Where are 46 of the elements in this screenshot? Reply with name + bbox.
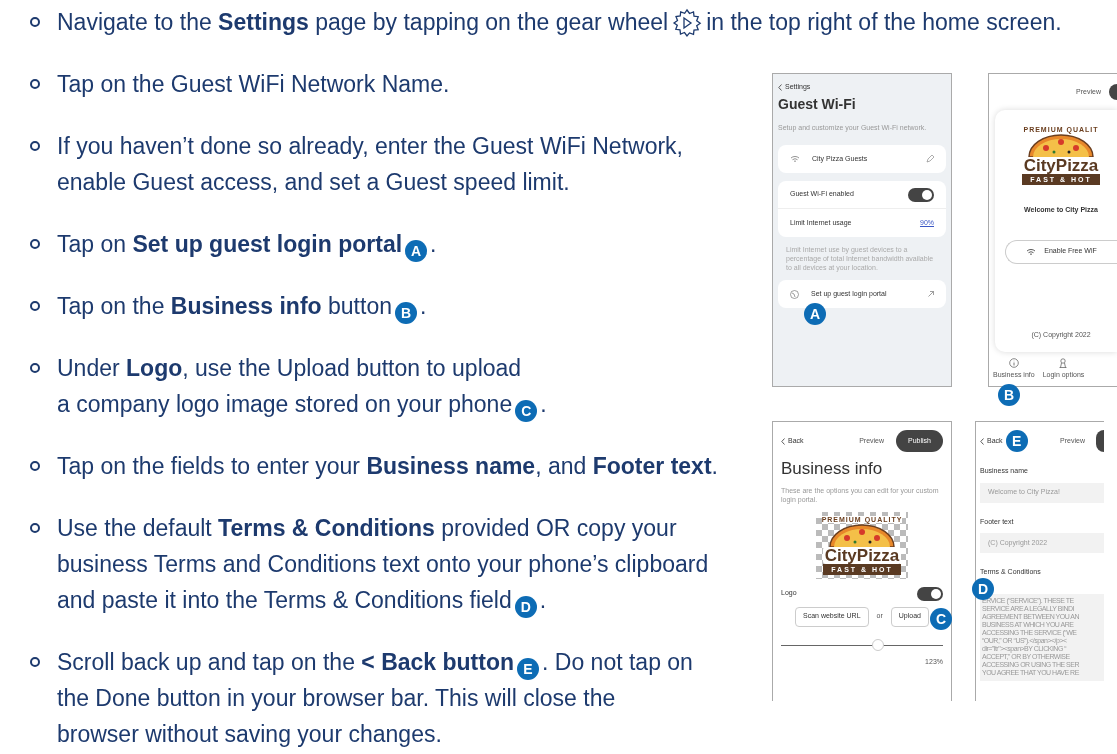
bullet-icon	[30, 523, 40, 533]
step-text: If you haven’t done so already, enter the Guest WiFi Network, enable Guest access, and set a Guest speed limit.	[57, 132, 683, 197]
bullet-icon	[30, 657, 40, 667]
step-text: Tap on the Guest WiFi Network Name.	[57, 70, 450, 99]
publish-button[interactable]	[1109, 84, 1117, 100]
bullet-icon	[30, 239, 40, 249]
publish-button[interactable]	[1096, 430, 1104, 452]
back-chevron-icon	[980, 437, 984, 445]
step-text: Under Logo, use the Upload button to upload a company logo image stored on your phone C .	[57, 350, 547, 422]
globe-icon	[790, 289, 799, 299]
step-text: Tap on the Business info button B .	[57, 288, 427, 324]
back-chevron-icon	[778, 83, 782, 91]
gear-icon	[672, 8, 703, 38]
letter-badge: D	[514, 596, 537, 618]
screen-title: Guest Wi-Fi	[778, 94, 857, 114]
bullet-icon	[30, 79, 40, 89]
screen-title: Business info	[781, 458, 884, 480]
bullet-icon	[30, 301, 40, 311]
letter-badge: C	[515, 400, 538, 422]
step-text: Use the default Terms & Conditions provided OR copy your business Terms and Conditions text onto your phone’s clipboard and paste it into the Terms & Conditions field D .	[57, 510, 709, 618]
person-icon	[1058, 357, 1069, 368]
letter-badge: A	[804, 303, 826, 325]
toggle-switch[interactable]	[917, 586, 943, 601]
letter-badge: B	[998, 384, 1020, 406]
step-text: Tap on the fields to enter your Business name, and Footer text.	[57, 452, 718, 481]
bullet-icon	[30, 461, 40, 471]
arrow-icon	[928, 291, 934, 297]
step-text: Tap on Set up guest login portal A .	[57, 226, 437, 262]
bullet-icon	[30, 17, 40, 27]
letter-badge: C	[930, 607, 952, 630]
step-text: Scroll back up and tap on the < Back button E . Do not tap on the Done button in your browser bar. This will close the browser without saving your changes.	[57, 648, 693, 749]
step-text: Navigate to the Settings page by tapping on the gear wheel in the top right of the home screen.	[57, 4, 1062, 40]
info-icon	[1008, 357, 1019, 368]
bullet-icon	[30, 363, 40, 373]
back-chevron-icon	[781, 437, 785, 445]
letter-badge: B	[394, 302, 417, 324]
letter-badge: E	[1005, 430, 1028, 452]
bullet-icon	[30, 141, 40, 151]
letter-badge: A	[405, 240, 428, 262]
slider-thumb[interactable]	[872, 638, 885, 651]
pencil-icon	[926, 155, 934, 163]
wifi-icon	[790, 155, 800, 163]
toggle-switch[interactable]	[908, 187, 934, 202]
wifi-icon	[1026, 247, 1037, 256]
letter-badge: E	[517, 658, 540, 680]
slider-track[interactable]	[781, 638, 943, 651]
